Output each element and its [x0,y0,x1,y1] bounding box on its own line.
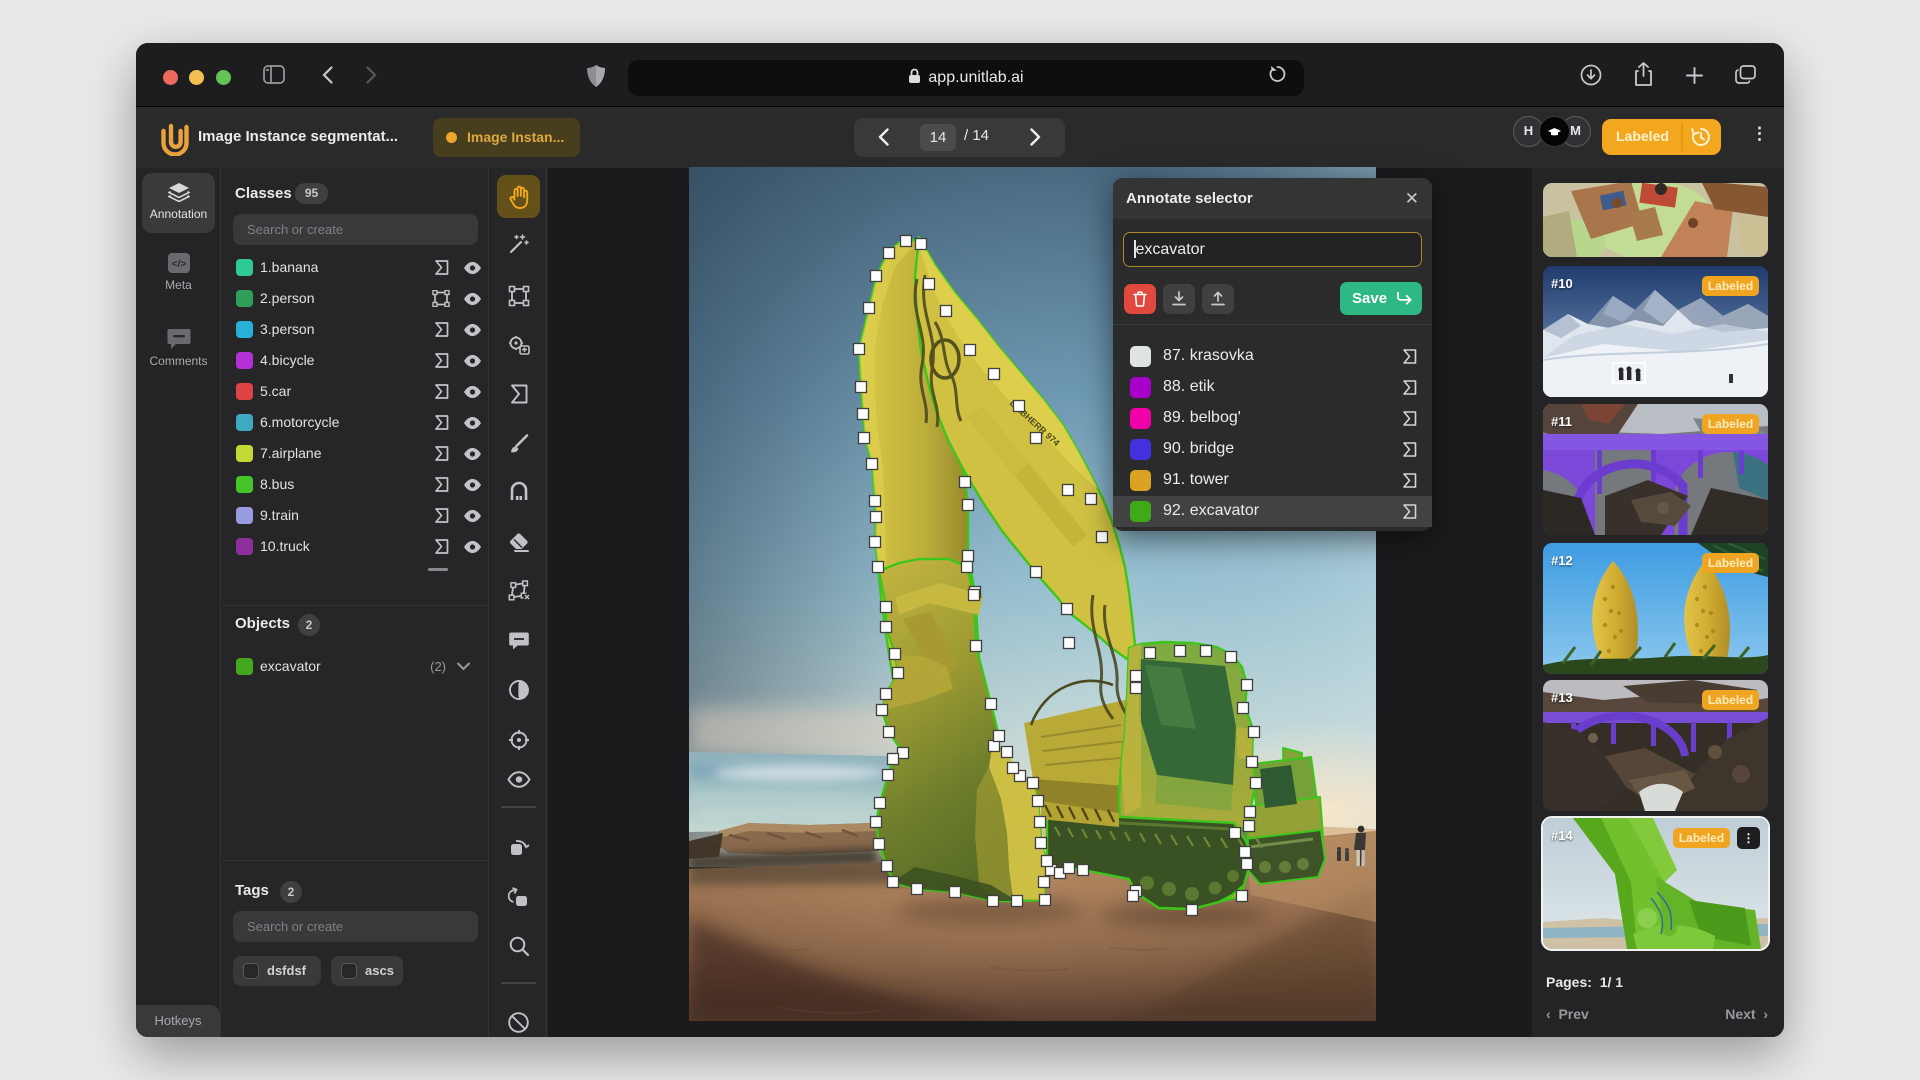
svg-text:</>: </> [171,259,186,270]
